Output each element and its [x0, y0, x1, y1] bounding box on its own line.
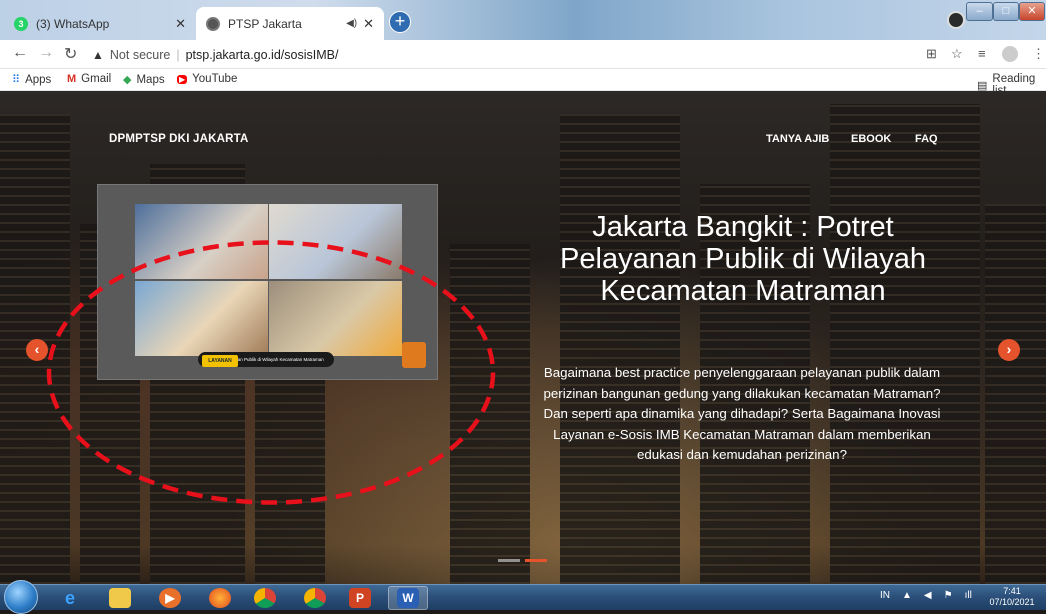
taskbar-powerpoint[interactable]: P: [340, 586, 380, 610]
hero-carousel: DPMPTSP DKI JAKARTA TANYA AJIB EBOOK FAQ…: [0, 91, 1046, 584]
address-toolbar: ← → ↻ ▲ Not secure | ptsp.jakarta.go.id/…: [0, 40, 1046, 69]
url-separator: |: [176, 47, 180, 62]
audio-playing-icon[interactable]: ◀): [346, 18, 357, 29]
tab-title: PTSP Jakarta: [228, 16, 302, 31]
internet-explorer-icon: e: [64, 587, 75, 608]
bookmark-label: YouTube: [192, 73, 238, 85]
forward-icon[interactable]: →: [38, 44, 54, 62]
globe-favicon-icon: [206, 16, 220, 31]
language-indicator[interactable]: IN: [880, 590, 890, 601]
system-tray: IN ▲ ◀ ⚑ ıll: [880, 590, 972, 601]
nav-tanya-ajib[interactable]: TANYA AJIB: [766, 133, 829, 145]
chrome-icon: [254, 588, 276, 608]
action-center-flag-icon[interactable]: ⚑: [944, 590, 953, 601]
close-tab-icon[interactable]: ✕: [363, 16, 374, 32]
site-brand[interactable]: DPMPTSP DKI JAKARTA: [109, 133, 248, 145]
carousel-next-button[interactable]: ›: [998, 339, 1020, 361]
youtube-icon: ▶: [177, 74, 188, 84]
whatsapp-favicon-icon: 3: [14, 16, 28, 31]
folder-icon: [109, 588, 131, 608]
bookmark-youtube[interactable]: ▶ YouTube: [177, 73, 237, 85]
maps-icon: ◆: [123, 74, 132, 86]
network-signal-icon[interactable]: ıll: [965, 590, 972, 601]
warning-triangle-icon[interactable]: ▲: [92, 48, 104, 62]
red-dashed-annotation-ellipse: [46, 240, 496, 505]
show-hidden-icons-icon[interactable]: ▲: [902, 590, 912, 601]
maximize-button[interactable]: □: [993, 2, 1019, 21]
bookmark-star-icon[interactable]: ☆: [951, 46, 963, 62]
bookmark-apps[interactable]: ⠿ Apps: [12, 73, 52, 87]
close-tab-icon[interactable]: ✕: [175, 16, 186, 32]
firefox-icon: [209, 588, 231, 608]
bookmark-label: Gmail: [81, 73, 112, 85]
clock-date: 07/10/2021: [989, 597, 1035, 607]
word-icon: W: [397, 588, 419, 608]
carousel-indicator[interactable]: [498, 559, 520, 562]
taskbar-media-player[interactable]: ▶: [150, 586, 190, 610]
nav-ebook[interactable]: EBOOK: [851, 133, 891, 145]
back-icon[interactable]: ←: [12, 44, 28, 62]
tab-ptsp-jakarta[interactable]: PTSP Jakarta ◀) ✕: [196, 7, 384, 40]
bookmark-label: Apps: [25, 73, 52, 86]
hero-description: Bagaimana best practice penyelenggaraan …: [543, 365, 941, 462]
apps-grid-icon: ⠿: [12, 74, 21, 86]
clock-time: 7:41: [1003, 586, 1021, 596]
chrome-icon: [304, 588, 326, 608]
url-text[interactable]: ptsp.jakarta.go.id/sosisIMB/: [186, 48, 339, 62]
more-menu-icon[interactable]: ⋮: [1032, 46, 1045, 62]
nav-faq[interactable]: FAQ: [915, 133, 938, 145]
minimize-button[interactable]: –: [966, 2, 993, 21]
hero-title: Jakarta Bangkit : Potret Pelayanan Publi…: [560, 211, 926, 307]
reading-list-icon: ▤: [977, 79, 988, 92]
media-player-icon: ▶: [159, 588, 181, 608]
close-window-button[interactable]: ✕: [1019, 2, 1045, 21]
taskbar-chrome[interactable]: [245, 586, 285, 610]
bookmark-gmail[interactable]: M Gmail: [67, 73, 111, 85]
taskbar-internet-explorer[interactable]: e: [50, 586, 90, 610]
taskbar-chrome-2[interactable]: [295, 586, 335, 610]
system-clock[interactable]: 7:41 07/10/2021: [987, 586, 1037, 608]
carousel-prev-button[interactable]: ‹: [26, 339, 48, 361]
reading-mode-icon[interactable]: ≡: [978, 46, 986, 61]
tab-whatsapp[interactable]: 3 (3) WhatsApp ✕: [4, 7, 196, 40]
carousel-indicator-active[interactable]: [525, 559, 547, 562]
translate-icon[interactable]: ⊞: [926, 46, 937, 62]
powerpoint-icon: P: [349, 588, 371, 608]
start-button[interactable]: [4, 580, 38, 614]
url-omnibox[interactable]: ▲ Not secure | ptsp.jakarta.go.id/sosisI…: [92, 43, 912, 66]
taskbar-word[interactable]: W: [388, 586, 428, 610]
security-label: Not secure: [109, 47, 171, 62]
bookmarks-bar: ⠿ Apps M Gmail ◆ Maps ▶ YouTube ▤ Readin…: [0, 69, 1046, 97]
avatar[interactable]: [1002, 46, 1018, 62]
browser-tab-strip: 3 (3) WhatsApp ✕ PTSP Jakarta ◀) ✕ + – □…: [0, 0, 1046, 40]
bookmark-maps[interactable]: ◆ Maps: [123, 73, 165, 87]
gmail-icon: M: [67, 73, 77, 85]
taskbar-explorer[interactable]: [100, 586, 140, 610]
windows-taskbar: e ▶ P W IN ▲ ◀ ⚑ ıll 7:41 07/10/2021: [0, 580, 1046, 614]
bookmark-label: Maps: [136, 73, 165, 86]
taskbar-firefox[interactable]: [200, 586, 240, 610]
reload-icon[interactable]: ↻: [64, 44, 77, 64]
tab-title: (3) WhatsApp: [36, 16, 110, 31]
volume-icon[interactable]: ◀: [924, 590, 932, 601]
browser-profile-icon[interactable]: [947, 11, 965, 29]
new-tab-button[interactable]: +: [389, 11, 411, 33]
